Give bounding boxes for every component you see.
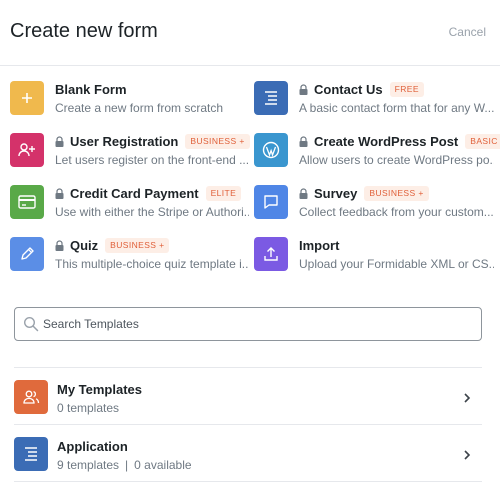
form-lines-icon xyxy=(14,437,48,471)
modal-header: Create new form Cancel xyxy=(0,0,500,66)
template-name: User Registration BUSINESS + xyxy=(55,134,250,149)
lock-icon xyxy=(55,240,64,251)
upload-icon xyxy=(254,237,288,271)
plan-badge: BUSINESS + xyxy=(364,186,429,201)
modal-title: Create new form xyxy=(10,20,158,42)
wordpress-icon xyxy=(254,133,288,167)
category-available: 0 available xyxy=(134,458,192,472)
plan-badge: BUSINESS + xyxy=(185,134,250,149)
template-survey[interactable]: Survey BUSINESS + Collect feedback from … xyxy=(254,185,494,223)
template-description: Upload your Formidable XML or CS... xyxy=(299,257,494,271)
template-name: Create WordPress Post BASIC + xyxy=(299,134,500,149)
template-description: This multiple-choice quiz template i... xyxy=(55,257,249,271)
lock-icon xyxy=(55,136,64,147)
template-name: Contact Us FREE xyxy=(299,82,424,97)
category-count: 9 templates xyxy=(57,458,120,472)
plan-badge: BASIC + xyxy=(465,134,500,149)
search-icon xyxy=(23,316,39,332)
meta-separator: | xyxy=(125,458,129,472)
template-description: Use with either the Stripe or Authori... xyxy=(55,205,249,219)
template-user-registration[interactable]: User Registration BUSINESS + Let users r… xyxy=(10,133,250,171)
template-description: Let users register on the front-end ... xyxy=(55,153,249,167)
search-box[interactable] xyxy=(14,307,482,341)
template-name: Credit Card Payment ELITE xyxy=(55,186,242,201)
chevron-right-icon xyxy=(464,393,471,403)
template-blank-form[interactable]: Blank Form Create a new form from scratc… xyxy=(10,81,250,119)
category-name: Application xyxy=(57,439,128,454)
template-description: A basic contact form that for any W... xyxy=(299,101,494,115)
lock-icon xyxy=(55,188,64,199)
add-user-icon xyxy=(10,133,44,167)
chevron-right-icon xyxy=(464,450,471,460)
template-description: Allow users to create WordPress po... xyxy=(299,153,494,167)
plan-badge: FREE xyxy=(389,82,424,97)
template-description: Create a new form from scratch xyxy=(55,101,224,115)
category-count: 0 templates xyxy=(57,401,120,415)
lock-icon xyxy=(299,188,308,199)
template-credit-card-payment[interactable]: Credit Card Payment ELITE Use with eithe… xyxy=(10,185,250,223)
pencil-icon xyxy=(10,237,44,271)
divider xyxy=(14,481,482,482)
template-import[interactable]: Import Upload your Formidable XML or CS.… xyxy=(254,237,494,275)
category-application[interactable]: Application 9 templates | 0 available xyxy=(14,425,482,481)
credit-card-icon xyxy=(10,185,44,219)
template-contact-us[interactable]: Contact Us FREE A basic contact form tha… xyxy=(254,81,494,119)
template-name: Quiz BUSINESS + xyxy=(55,238,170,253)
plan-badge: BUSINESS + xyxy=(105,238,170,253)
template-name: Survey BUSINESS + xyxy=(299,186,429,201)
form-lines-icon xyxy=(254,81,288,115)
template-create-wordpress-post[interactable]: Create WordPress Post BASIC + Allow user… xyxy=(254,133,500,171)
lock-icon xyxy=(299,136,308,147)
lock-icon xyxy=(299,84,308,95)
users-icon xyxy=(14,380,48,414)
category-meta: 9 templates | 0 available xyxy=(57,458,192,472)
category-name: My Templates xyxy=(57,382,143,397)
search-input[interactable] xyxy=(43,314,473,334)
plus-icon xyxy=(10,81,44,115)
category-my-templates[interactable]: My Templates 0 templates xyxy=(14,368,482,424)
template-description: Collect feedback from your custom... xyxy=(299,205,494,219)
chat-bubble-icon xyxy=(254,185,288,219)
plan-badge: ELITE xyxy=(205,186,242,201)
template-name: Import xyxy=(299,238,340,253)
template-quiz[interactable]: Quiz BUSINESS + This multiple-choice qui… xyxy=(10,237,250,275)
cancel-button[interactable]: Cancel xyxy=(449,25,486,39)
template-name: Blank Form xyxy=(55,82,127,97)
